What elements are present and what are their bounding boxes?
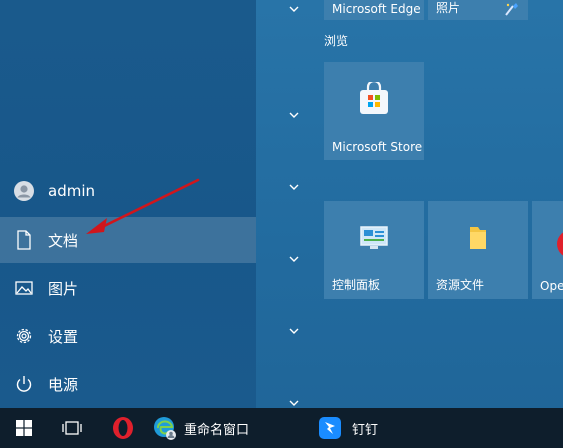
chevron-down-icon[interactable]	[285, 182, 303, 194]
settings-label: 设置	[48, 327, 79, 346]
tile-label: Microsoft Edge	[332, 2, 421, 16]
tile-opera[interactable]: Ope	[532, 201, 563, 299]
tile-label: Ope	[540, 279, 563, 293]
documents-label: 文档	[48, 231, 79, 250]
chevron-down-icon[interactable]	[285, 254, 303, 266]
tile-label: Microsoft Store	[332, 140, 423, 154]
store-bag-icon	[360, 82, 388, 115]
tile-label: 照片	[436, 1, 461, 15]
start-menu: admin 文档 图片 设置 电源 Microsoft Edge 照片 浏览 M…	[0, 0, 563, 408]
tile-control-panel[interactable]: 控制面板	[324, 201, 424, 299]
tile-group-label: 浏览	[324, 34, 349, 48]
opera-icon	[113, 417, 133, 439]
tile-microsoft-edge[interactable]: Microsoft Edge	[324, 0, 424, 20]
tile-photos[interactable]: 照片	[428, 0, 528, 20]
chevron-down-icon[interactable]	[285, 326, 303, 338]
folder-icon	[470, 227, 486, 250]
task-view-button[interactable]	[56, 408, 88, 448]
tile-label: 资源文件	[436, 278, 485, 292]
start-button[interactable]	[0, 408, 48, 448]
picture-icon	[12, 276, 36, 300]
control-panel-icon	[360, 226, 388, 250]
documents-item[interactable]: 文档	[0, 217, 256, 263]
user-avatar-icon	[12, 179, 36, 203]
settings-item[interactable]: 设置	[0, 313, 256, 359]
power-item[interactable]: 电源	[0, 361, 256, 407]
power-label: 电源	[48, 375, 79, 394]
task-view-icon	[62, 421, 82, 435]
power-icon	[12, 372, 36, 396]
chevron-down-icon[interactable]	[285, 4, 303, 16]
tile-file-explorer[interactable]: 资源文件	[428, 201, 528, 299]
edge-icon	[154, 417, 176, 440]
pictures-item[interactable]: 图片	[0, 265, 256, 311]
user-name-label: admin	[48, 182, 95, 200]
windows-logo-icon	[16, 420, 32, 436]
tile-label: 控制面板	[332, 278, 381, 292]
taskbar-label: 钉钉	[352, 422, 379, 438]
gear-icon	[12, 324, 36, 348]
taskbar-dingtalk[interactable]: 钉钉	[312, 408, 422, 448]
pictures-label: 图片	[48, 279, 79, 298]
photos-icon	[505, 3, 518, 16]
tile-microsoft-store[interactable]: Microsoft Store	[324, 62, 424, 160]
opera-icon	[557, 232, 563, 256]
document-icon	[12, 228, 36, 252]
taskbar-label: 重命名窗口	[184, 422, 250, 438]
start-left-pane: admin 文档 图片 设置 电源	[0, 0, 256, 408]
taskbar-rename-window[interactable]: 重命名窗口	[152, 408, 302, 448]
taskbar-opera[interactable]	[106, 408, 140, 448]
taskbar: 重命名窗口 钉钉	[0, 408, 563, 448]
user-account-item[interactable]: admin	[0, 168, 256, 214]
chevron-down-icon[interactable]	[285, 110, 303, 122]
dingtalk-icon	[319, 417, 341, 439]
